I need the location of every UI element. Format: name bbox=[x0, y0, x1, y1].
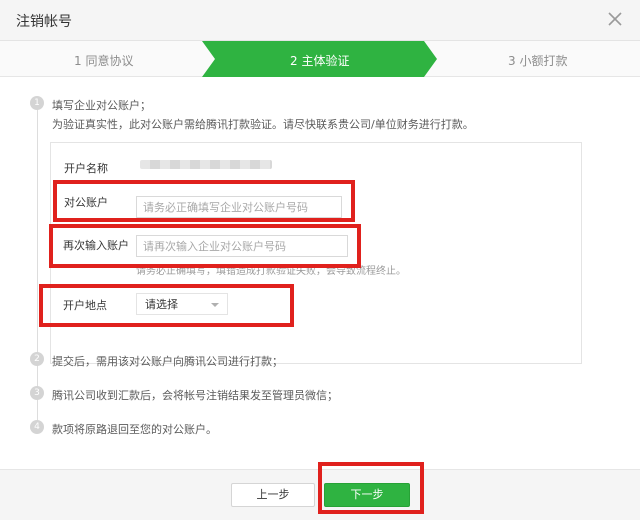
step-number-1: 1 bbox=[30, 96, 44, 110]
step-agree-terms: 1 同意协议 bbox=[74, 54, 134, 68]
chevron-down-icon bbox=[211, 303, 219, 307]
timeline-line bbox=[37, 103, 38, 431]
confirm-account-input[interactable]: 请再次输入企业对公账户号码 bbox=[136, 235, 348, 257]
instruction-refund: 款项将原路退回至您的对公账户。 bbox=[52, 423, 217, 436]
account-hint-text: 请务必正确填写，填错造成打款验证失败，会导致流程终止。 bbox=[136, 266, 406, 277]
instruction-verify-note: 为验证真实性，此对公账户需给腾讯打款验证。请尽快联系贵公司/单位财务进行打款。 bbox=[52, 118, 474, 131]
location-label: 开户地点 bbox=[63, 299, 107, 312]
account-name-value-masked bbox=[140, 160, 272, 169]
close-icon[interactable] bbox=[604, 8, 626, 30]
step-small-payment: 3 小额打款 bbox=[508, 54, 568, 68]
confirm-account-label: 再次输入账户 bbox=[63, 239, 129, 252]
account-number-label: 对公账户 bbox=[64, 196, 108, 209]
account-name-label: 开户名称 bbox=[64, 162, 108, 175]
step-number-2: 2 bbox=[30, 352, 44, 366]
step-progress-bar: 1 同意协议 2 主体验证 3 小额打款 bbox=[0, 41, 640, 77]
next-step-button[interactable]: 下一步 bbox=[324, 483, 410, 507]
previous-step-button[interactable]: 上一步 bbox=[231, 483, 315, 507]
dialog-header: 注销帐号 bbox=[0, 0, 640, 41]
step-number-3: 3 bbox=[30, 386, 44, 400]
instruction-fill-account: 填写企业对公账户； bbox=[52, 99, 151, 112]
dialog-title: 注销帐号 bbox=[16, 14, 72, 30]
step-number-4: 4 bbox=[30, 420, 44, 434]
dialog-footer bbox=[0, 469, 640, 520]
account-number-input[interactable]: 请务必正确填写企业对公账户号码 bbox=[136, 196, 342, 218]
instruction-submit-transfer: 提交后，需用该对公账户向腾讯公司进行打款； bbox=[52, 355, 283, 368]
location-select[interactable]: 请选择 bbox=[136, 293, 228, 315]
instruction-result-notify: 腾讯公司收到汇款后，会将帐号注销结果发至管理员微信； bbox=[52, 389, 338, 402]
step-verify-entity: 2 主体验证 bbox=[290, 54, 350, 68]
location-select-value: 请选择 bbox=[145, 298, 178, 311]
